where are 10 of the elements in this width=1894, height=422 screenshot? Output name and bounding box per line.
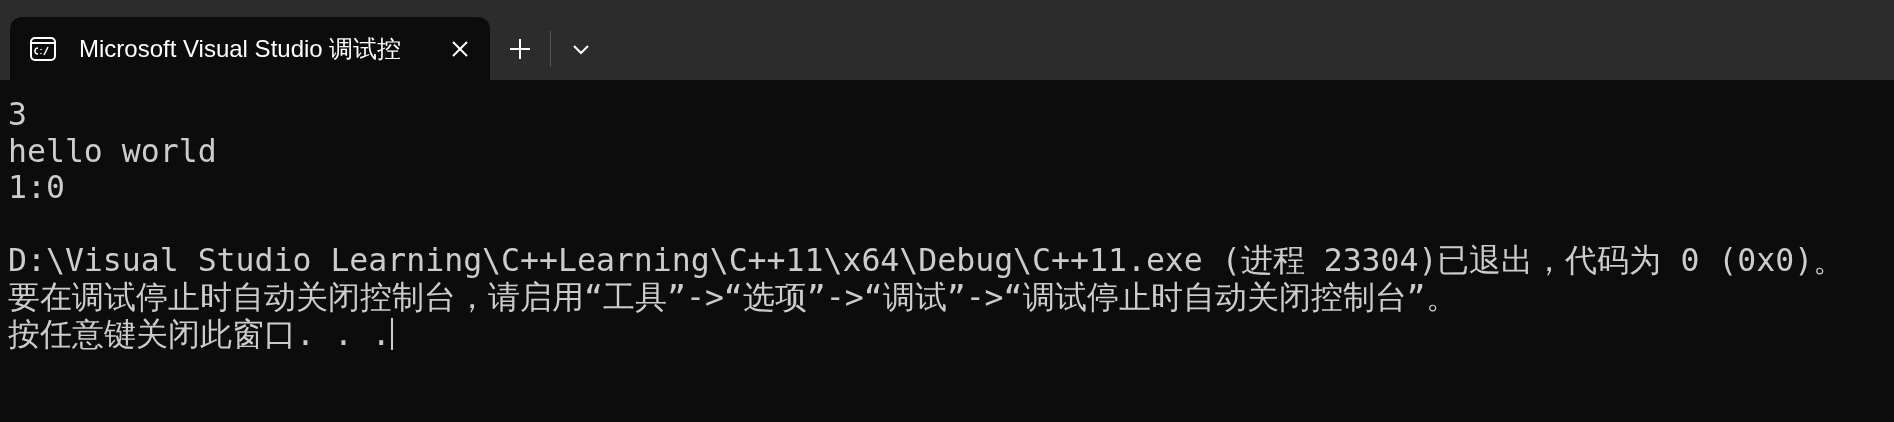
console-line: hello world: [8, 132, 217, 170]
tab-title: Microsoft Visual Studio 调试控: [79, 33, 402, 64]
terminal-icon: [29, 34, 57, 63]
console-line: 3: [8, 96, 27, 133]
console-line: 1:0: [8, 169, 65, 206]
console-line: D:\Visual Studio Learning\C++Learning\C++11\x64\Debug\C++11.exe (进程 23304)已退出，代码为 0 (0x0)。: [8, 242, 1846, 279]
console-line: 按任意键关闭此窗口. . .: [8, 315, 391, 353]
plus-icon[interactable]: [508, 36, 532, 61]
tab[interactable]: Microsoft Visual Studio 调试控: [10, 17, 490, 80]
console-line: 要在调试停止时自动关闭控制台，请启用“工具”->“选项”->“调试”->“调试停止时自动关闭控制台”。: [8, 278, 1458, 316]
